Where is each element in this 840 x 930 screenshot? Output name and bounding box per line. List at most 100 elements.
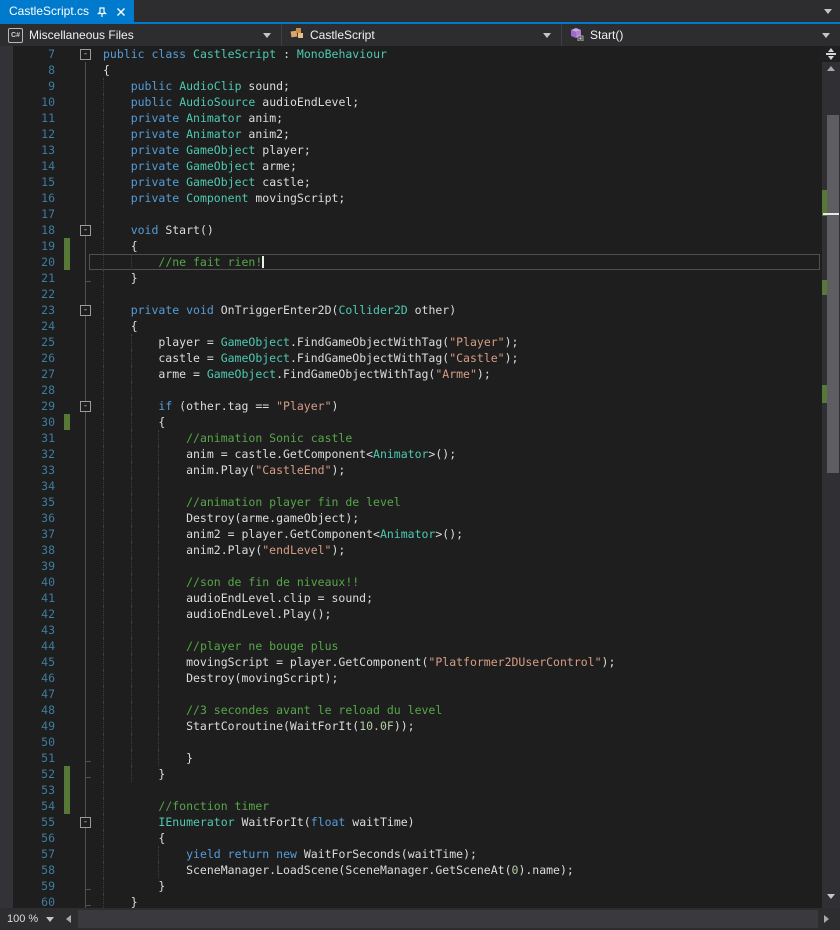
code-text: Destroy(arme.gameObject); (103, 510, 359, 526)
member-dropdown[interactable]: Start() (562, 24, 840, 46)
code-line-43[interactable]: 43 (0, 622, 822, 638)
collapse-region-button[interactable]: - (80, 225, 91, 236)
code-line-9[interactable]: 9 public AudioClip sound; (0, 78, 822, 94)
indent-guide (131, 622, 132, 638)
outline-margin-line (85, 558, 86, 574)
code-line-27[interactable]: 27 arme = GameObject.FindGameObjectWithT… (0, 366, 822, 382)
code-line-45[interactable]: 45 movingScript = player.GetComponent("P… (0, 654, 822, 670)
code-line-50[interactable]: 50 (0, 734, 822, 750)
line-number: 55 (13, 814, 55, 830)
code-line-24[interactable]: 24 { (0, 318, 822, 334)
code-line-16[interactable]: 16 private Component movingScript; (0, 190, 822, 206)
code-line-42[interactable]: 42 audioEndLevel.Play(); (0, 606, 822, 622)
indent-guide (131, 558, 132, 574)
code-text: Destroy(movingScript); (103, 670, 338, 686)
code-line-13[interactable]: 13 private GameObject player; (0, 142, 822, 158)
code-line-23[interactable]: 23- private void OnTriggerEnter2D(Collid… (0, 302, 822, 318)
horizontal-scrollbar[interactable] (78, 910, 818, 928)
window-list-dropdown-icon[interactable] (824, 9, 832, 14)
line-number: 22 (13, 286, 55, 302)
code-line-40[interactable]: 40 //son de fin de niveaux!! (0, 574, 822, 590)
code-line-8[interactable]: 8{ (0, 62, 822, 78)
vertical-scrollbar[interactable] (822, 46, 840, 908)
code-line-18[interactable]: 18- void Start() (0, 222, 822, 238)
code-line-48[interactable]: 48 //3 secondes avant le reload du level (0, 702, 822, 718)
code-line-58[interactable]: 58 SceneManager.LoadScene(SceneManager.G… (0, 862, 822, 878)
type-dropdown[interactable]: CastleScript (282, 24, 561, 46)
code-line-54[interactable]: 54 //fonction timer (0, 798, 822, 814)
code-line-7[interactable]: 7-public class CastleScript : MonoBehavi… (0, 46, 822, 62)
code-line-17[interactable]: 17 (0, 206, 822, 222)
code-line-10[interactable]: 10 public AudioSource audioEndLevel; (0, 94, 822, 110)
code-line-29[interactable]: 29- if (other.tag == "Player") (0, 398, 822, 414)
outline-margin-line (85, 702, 86, 718)
code-line-41[interactable]: 41 audioEndLevel.clip = sound; (0, 590, 822, 606)
code-text: //animation player fin de level (103, 494, 401, 510)
code-line-12[interactable]: 12 private Animator anim2; (0, 126, 822, 142)
editor-split-handle[interactable] (822, 46, 840, 62)
code-line-55[interactable]: 55 - IEnumerator WaitForIt(float waitTime… (0, 814, 822, 830)
outline-margin-line (85, 494, 86, 510)
collapse-region-button[interactable]: - (80, 49, 91, 60)
code-line-33[interactable]: 33 anim.Play("CastleEnd"); (0, 462, 822, 478)
outline-end-tick (85, 905, 91, 906)
change-tracking-bar (64, 782, 70, 798)
code-line-38[interactable]: 38 anim2.Play("endLevel"); (0, 542, 822, 558)
code-line-30[interactable]: 30 { (0, 414, 822, 430)
collapse-region-button[interactable]: - (80, 401, 91, 412)
code-line-19[interactable]: 19 { (0, 238, 822, 254)
code-line-36[interactable]: 36 Destroy(arme.gameObject); (0, 510, 822, 526)
scroll-right-arrow-icon[interactable] (824, 915, 829, 923)
code-line-53[interactable]: 53 (0, 782, 822, 798)
outline-margin-line (85, 350, 86, 366)
code-line-51[interactable]: 51 } (0, 750, 822, 766)
code-line-21[interactable]: 21 } (0, 270, 822, 286)
project-dropdown-label: Miscellaneous Files (29, 28, 134, 42)
code-line-35[interactable]: 35 //animation player fin de level (0, 494, 822, 510)
code-text: } (103, 270, 138, 286)
code-line-28[interactable]: 28 (0, 382, 822, 398)
document-tab[interactable]: CastleScript.cs (0, 0, 134, 22)
code-line-39[interactable]: 39 (0, 558, 822, 574)
code-line-34[interactable]: 34 (0, 478, 822, 494)
zoom-level-combo[interactable]: 100 % (0, 908, 65, 930)
scrollbar-change-mark (822, 385, 827, 403)
scroll-down-arrow-icon[interactable] (827, 894, 835, 899)
code-line-57[interactable]: 57 yield return new WaitForSeconds(waitT… (0, 846, 822, 862)
code-line-60[interactable]: 60 } (0, 894, 822, 908)
scroll-left-arrow-icon[interactable] (66, 915, 71, 923)
scroll-up-arrow-icon[interactable] (827, 66, 835, 71)
code-line-46[interactable]: 46 Destroy(movingScript); (0, 670, 822, 686)
code-line-59[interactable]: 59 } (0, 878, 822, 894)
class-icon (290, 27, 304, 43)
code-line-15[interactable]: 15 private GameObject castle; (0, 174, 822, 190)
code-text: IEnumerator WaitForIt(float waitTime) (103, 814, 415, 830)
collapse-region-button[interactable]: - (80, 305, 91, 316)
line-number: 56 (13, 830, 55, 846)
pin-icon[interactable] (96, 5, 108, 17)
collapse-region-button[interactable]: - (80, 817, 91, 828)
code-line-31[interactable]: 31 //animation Sonic castle (0, 430, 822, 446)
code-line-52[interactable]: 52 } (0, 766, 822, 782)
project-dropdown[interactable]: C# Miscellaneous Files (0, 24, 281, 46)
code-line-20[interactable]: 20 //ne fait rien! (0, 254, 822, 270)
code-editor-surface[interactable]: 7-public class CastleScript : MonoBehavi… (0, 46, 822, 908)
vertical-scrollbar-thumb[interactable] (827, 115, 839, 473)
code-line-26[interactable]: 26 castle = GameObject.FindGameObjectWit… (0, 350, 822, 366)
code-line-11[interactable]: 11 private Animator anim; (0, 110, 822, 126)
line-number: 31 (13, 430, 55, 446)
code-line-49[interactable]: 49 StartCoroutine(WaitForIt(10.0F)); (0, 718, 822, 734)
code-line-37[interactable]: 37 anim2 = player.GetComponent<Animator>… (0, 526, 822, 542)
code-line-25[interactable]: 25 player = GameObject.FindGameObjectWit… (0, 334, 822, 350)
code-text: public AudioSource audioEndLevel; (103, 94, 359, 110)
outline-margin-line (85, 654, 86, 670)
line-number: 8 (13, 62, 55, 78)
code-line-47[interactable]: 47 (0, 686, 822, 702)
close-icon[interactable] (115, 5, 127, 17)
code-line-56[interactable]: 56 { (0, 830, 822, 846)
code-line-32[interactable]: 32 anim = castle.GetComponent<Animator>(… (0, 446, 822, 462)
code-line-22[interactable]: 22 (0, 286, 822, 302)
code-line-44[interactable]: 44 //player ne bouge plus (0, 638, 822, 654)
code-line-14[interactable]: 14 private GameObject arme; (0, 158, 822, 174)
outline-margin-line (85, 590, 86, 606)
